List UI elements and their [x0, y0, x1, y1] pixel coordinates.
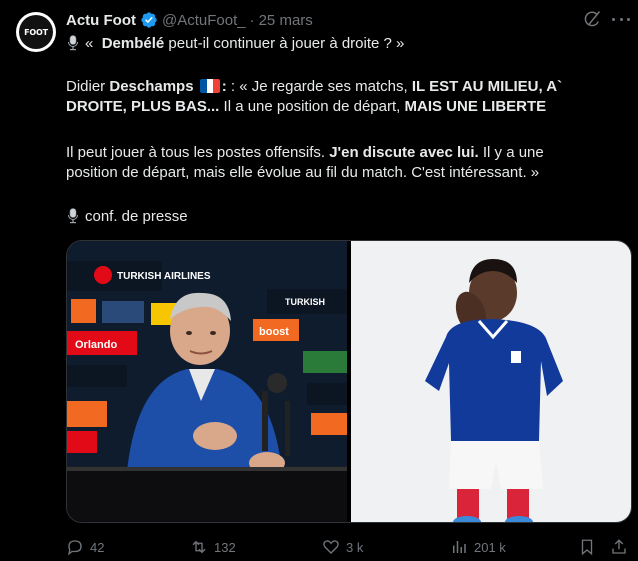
- quote-open: «: [85, 35, 94, 52]
- share-button[interactable]: [610, 535, 628, 559]
- reply-count: 42: [90, 539, 105, 555]
- line3-caps2: MAIS UNE LIBERTE: [404, 98, 547, 115]
- avatar-text: FOOT: [24, 27, 48, 37]
- repost-icon: [192, 540, 206, 554]
- bookmark-button[interactable]: [578, 535, 596, 559]
- sign-boost: boost: [259, 326, 289, 338]
- player-photo[interactable]: [351, 241, 631, 522]
- author-display-name[interactable]: Actu Foot: [66, 12, 136, 29]
- more-options-icon[interactable]: [612, 9, 630, 29]
- bookmark-icon: [581, 539, 593, 556]
- grok-icon[interactable]: [582, 9, 602, 29]
- line1-rest: peut-il continuer à jouer à droite ? »: [164, 35, 405, 52]
- heart-icon: [323, 540, 339, 554]
- reply-icon: [67, 540, 82, 556]
- header-separator: ·: [249, 11, 255, 29]
- reply-button[interactable]: 42: [66, 535, 104, 559]
- line2-b: : « Je regarde ses matchs,: [226, 78, 412, 95]
- player-illustration: [351, 241, 631, 522]
- press-conference-photo[interactable]: TURKISH AIRLINES TURKISH boost Orlando: [67, 241, 347, 522]
- author-avatar[interactable]: FOOT: [16, 12, 56, 52]
- line2-caps: IL EST AU MILIEU, A`: [411, 78, 563, 95]
- media-grid: TURKISH AIRLINES TURKISH boost Orlando: [66, 240, 632, 523]
- source-label: conf. de presse: [85, 208, 188, 225]
- line3-caps: DROITE, PLUS BAS...: [66, 98, 220, 115]
- microphone-icon: [68, 208, 78, 224]
- tweet-line-2: Didier Deschamps : : « Je regarde ses ma…: [66, 77, 632, 97]
- line4-bold: J'en discute avec lui.: [329, 144, 479, 161]
- avatar-logo: FOOT: [19, 15, 53, 49]
- svg-text:TURKISH: TURKISH: [285, 297, 325, 307]
- tweet-header: Actu Foot @ActuFoot_ · 25 mars: [66, 9, 313, 31]
- france-flag-icon: [199, 79, 220, 93]
- tweet-line-6: conf. de presse: [66, 207, 632, 227]
- tweet-line-3: DROITE, PLUS BAS... Il a une position de…: [66, 97, 632, 117]
- tweet-line-1: « Dembélé peut-il continuer à jouer à dr…: [66, 34, 632, 54]
- sign-turkish-airlines: TURKISH AIRLINES: [117, 271, 211, 282]
- tweet-line-4: Il peut jouer à tous les postes offensif…: [66, 143, 632, 163]
- tweet-line-5: position de départ, mais elle évolue au …: [66, 164, 540, 181]
- tweet-date[interactable]: 25 mars: [259, 12, 313, 29]
- microphone-icon: [68, 35, 78, 51]
- tweet-actions: 42 132 3 k 201 k: [66, 535, 632, 559]
- tweet-card[interactable]: FOOT Actu Foot @ActuFoot_ · 25 mars « De…: [0, 0, 638, 561]
- line4-b: Il y a une: [478, 144, 544, 161]
- sign-orlando: Orlando: [75, 339, 117, 351]
- line4-a: Il peut jouer à tous les postes offensif…: [66, 144, 330, 161]
- like-button[interactable]: 3 k: [322, 535, 363, 559]
- share-icon: [612, 539, 626, 554]
- bold-dembele: Dembélé: [101, 35, 165, 52]
- views-count: 201 k: [474, 539, 506, 555]
- press-conference-illustration: TURKISH AIRLINES TURKISH boost Orlando: [67, 241, 347, 522]
- like-count: 3 k: [346, 539, 364, 555]
- line3-mid: Il a une position de départ,: [219, 98, 405, 115]
- line2-a: Didier: [66, 78, 110, 95]
- author-handle[interactable]: @ActuFoot_: [162, 12, 246, 29]
- repost-count: 132: [214, 539, 236, 555]
- bold-deschamps: Deschamps: [109, 78, 194, 95]
- views-icon: [453, 541, 466, 553]
- views-button[interactable]: 201 k: [450, 535, 506, 559]
- repost-button[interactable]: 132: [190, 535, 236, 559]
- verified-badge-icon[interactable]: [140, 11, 158, 29]
